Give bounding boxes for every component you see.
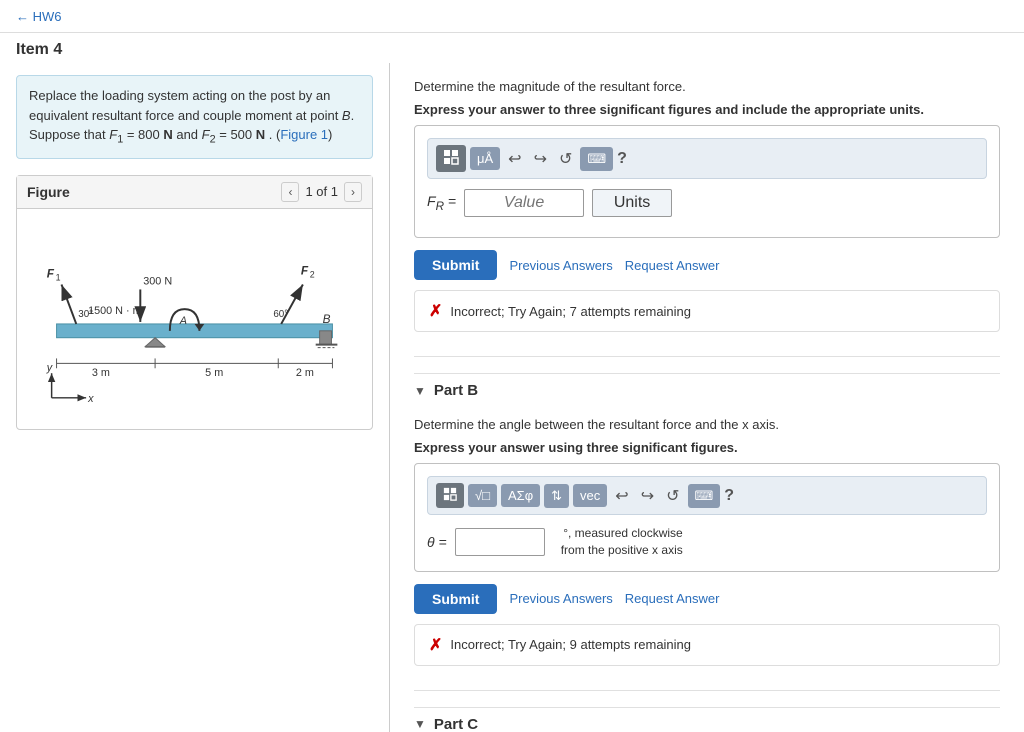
figure-pagination: 1 of 1 — [305, 184, 338, 199]
part-a-prev-answers-link[interactable]: Previous Answers — [509, 258, 612, 273]
redo-button[interactable]: ↪ — [530, 147, 551, 171]
part-a-error-text: Incorrect; Try Again; 7 attempts remaini… — [450, 304, 691, 319]
svg-text:F: F — [301, 263, 309, 277]
help-button[interactable]: ? — [617, 150, 627, 168]
part-b-error-icon: ✗ — [429, 635, 442, 655]
svg-text:y: y — [46, 362, 53, 374]
svg-text:x: x — [87, 393, 94, 405]
part-b-delta-phi-button[interactable]: ΑΣφ — [501, 484, 540, 507]
part-b-keyboard-button[interactable]: ⌨ — [688, 484, 721, 508]
figure-link[interactable]: Figure 1 — [280, 127, 328, 142]
svg-text:300 N: 300 N — [143, 275, 172, 287]
svg-text:B: B — [323, 312, 331, 326]
part-a-instruction: Express your answer to three significant… — [414, 102, 1000, 117]
part-b-redo-button[interactable]: ↪ — [637, 484, 658, 508]
keyboard-button[interactable]: ⌨ — [580, 147, 613, 171]
svg-text:3 m: 3 m — [92, 367, 110, 379]
part-a-error-icon: ✗ — [429, 301, 442, 321]
part-b-measured-note: °, measured clockwise from the positive … — [561, 525, 683, 559]
item-title: Item 4 — [16, 41, 62, 58]
part-a-request-answer-link[interactable]: Request Answer — [625, 258, 720, 273]
part-b-actions: Submit Previous Answers Request Answer — [414, 584, 1000, 614]
part-a-input-row: FR = Units — [427, 189, 987, 217]
svg-text:1500 N · m: 1500 N · m — [88, 305, 142, 317]
back-link[interactable]: ← HW6 — [16, 9, 62, 24]
part-b-reset-button[interactable]: ↺ — [662, 484, 683, 508]
figure-title: Figure — [27, 184, 70, 200]
svg-text:2 m: 2 m — [296, 367, 314, 379]
part-b-updown-button[interactable]: ⇅ — [544, 484, 569, 508]
part-b-intro: Determine the angle between the resultan… — [414, 417, 1000, 432]
svg-text:60°: 60° — [273, 309, 288, 320]
part-b-toggle[interactable]: ▼ — [414, 384, 426, 398]
part-b-grid-button[interactable] — [436, 483, 464, 508]
problem-text: Replace the loading system acting on the… — [16, 75, 373, 159]
part-a-intro: Determine the magnitude of the resultant… — [414, 79, 1000, 94]
part-a-fr-label: FR = — [427, 193, 456, 213]
part-c-label: Part C — [434, 716, 478, 732]
part-b-undo-button[interactable]: ↩ — [611, 484, 632, 508]
part-b-input-row: θ = °, measured clockwise from the posit… — [427, 525, 987, 559]
mu-button[interactable]: μÅ — [470, 147, 500, 170]
part-a-error-box: ✗ Incorrect; Try Again; 7 attempts remai… — [414, 290, 1000, 332]
figure-next-button[interactable]: › — [344, 182, 362, 202]
undo-button[interactable]: ↩ — [504, 147, 525, 171]
part-b-prev-answers-link[interactable]: Previous Answers — [509, 591, 612, 606]
part-c-header: ▼ Part C — [414, 707, 1000, 732]
part-b-help-button[interactable]: ? — [724, 487, 734, 505]
part-b-instruction: Express your answer using three signific… — [414, 440, 1000, 455]
svg-text:F: F — [47, 266, 55, 280]
part-a-submit-button[interactable]: Submit — [414, 250, 497, 280]
part-b-label: Part B — [434, 382, 478, 399]
part-b-error-text: Incorrect; Try Again; 9 attempts remaini… — [450, 637, 691, 652]
svg-text:2: 2 — [310, 269, 315, 279]
part-a-value-input[interactable] — [464, 189, 584, 217]
svg-text:A: A — [179, 315, 187, 327]
part-a-units-display: Units — [592, 189, 672, 217]
part-b-header: ▼ Part B — [414, 373, 1000, 407]
svg-text:1: 1 — [56, 272, 61, 282]
svg-text:5 m: 5 m — [205, 367, 223, 379]
grid-button[interactable] — [436, 145, 466, 172]
part-b-angle-input[interactable] — [455, 528, 545, 556]
reset-button[interactable]: ↺ — [555, 147, 576, 171]
part-b-error-box: ✗ Incorrect; Try Again; 9 attempts remai… — [414, 624, 1000, 666]
part-b-sqrt-button[interactable]: √□ — [468, 484, 497, 507]
part-b-request-answer-link[interactable]: Request Answer — [625, 591, 720, 606]
part-a-actions: Submit Previous Answers Request Answer — [414, 250, 1000, 280]
figure-container: Figure ‹ 1 of 1 › — [16, 175, 373, 430]
part-b-vec-button[interactable]: vec — [573, 484, 607, 507]
part-b-theta-label: θ = — [427, 534, 447, 550]
figure-navigation: ‹ 1 of 1 › — [281, 182, 362, 202]
part-a-toolbar: μÅ ↩ ↪ ↺ ⌨ ? — [427, 138, 987, 179]
part-a-answer-box: μÅ ↩ ↪ ↺ ⌨ ? FR = Units — [414, 125, 1000, 238]
figure-image: 3 m 5 m 2 m F 1 30° F 2 60° B 3 — [27, 219, 362, 419]
figure-prev-button[interactable]: ‹ — [281, 182, 299, 202]
part-b-answer-box: √□ ΑΣφ ⇅ vec ↩ ↪ ↺ ⌨ ? θ = °, measured c… — [414, 463, 1000, 572]
part-b-toolbar: √□ ΑΣφ ⇅ vec ↩ ↪ ↺ ⌨ ? — [427, 476, 987, 515]
part-b-submit-button[interactable]: Submit — [414, 584, 497, 614]
